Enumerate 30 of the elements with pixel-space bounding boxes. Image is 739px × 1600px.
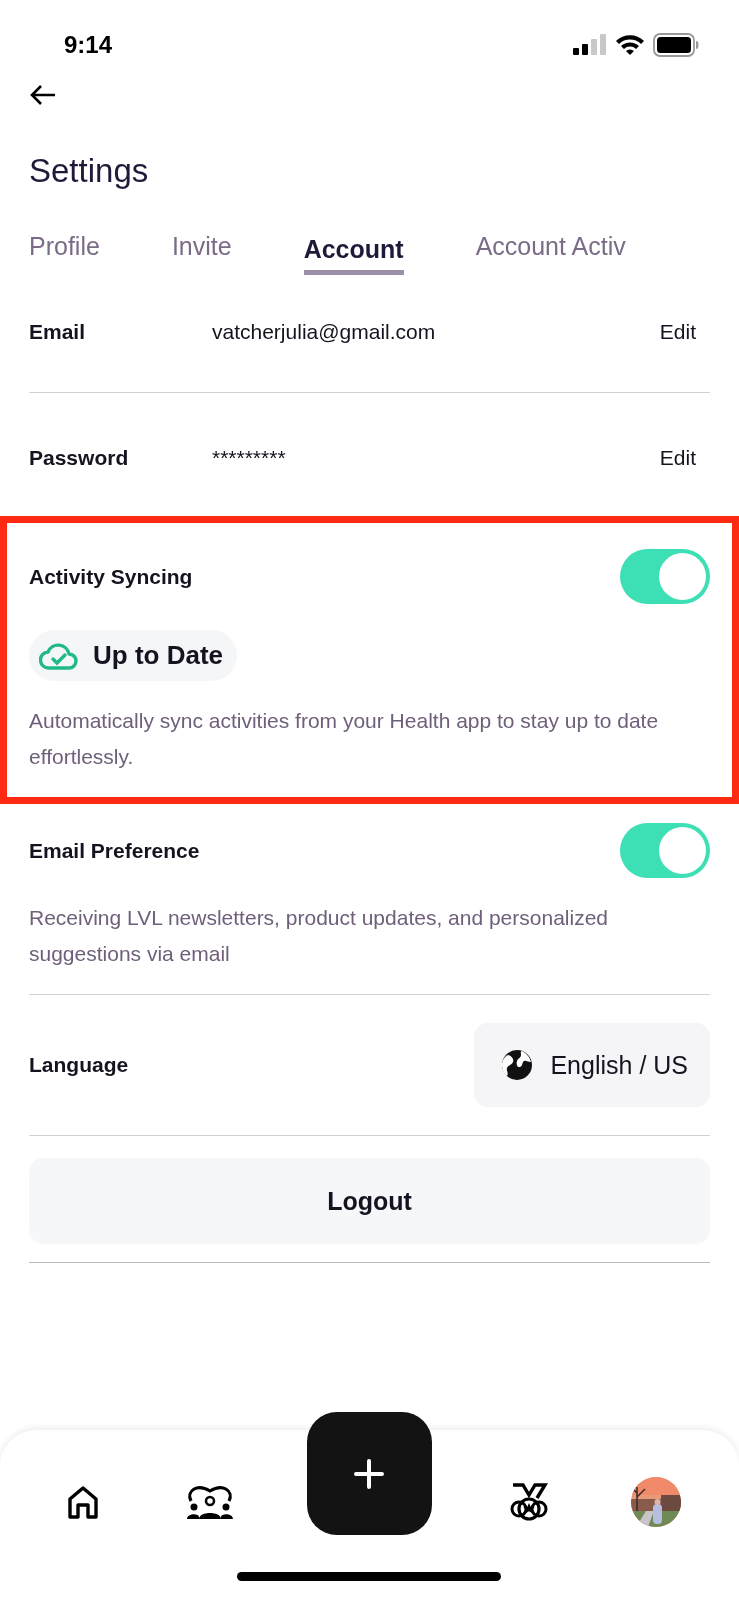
- field-label: Password: [29, 446, 130, 470]
- field-value: vatcherjulia@gmail.com: [212, 320, 437, 344]
- tab[interactable]: Invite: [171, 232, 232, 272]
- setting-label: Activity Syncing: [29, 564, 193, 589]
- tab[interactable]: Account: [303, 235, 404, 275]
- setting-label: Language: [29, 1053, 129, 1077]
- plus-icon: [354, 1458, 385, 1489]
- add-button[interactable]: [307, 1412, 432, 1535]
- setting-label: Email Preference: [29, 838, 200, 863]
- tab[interactable]: Account Activ: [475, 232, 626, 272]
- field-value: *********: [212, 446, 287, 470]
- edit-link[interactable]: Edit: [659, 320, 696, 344]
- toggle-switch[interactable]: [620, 549, 710, 604]
- page-title: Settings: [29, 152, 150, 190]
- setting-description: Receiving LVL newsletters, product updates, and personalized suggestions via email: [29, 905, 610, 967]
- sync-status-badge: Up to Date: [29, 630, 237, 681]
- wifi-icon: [615, 34, 645, 56]
- status-time: 9:14: [64, 31, 113, 59]
- toggle-switch[interactable]: [620, 823, 710, 878]
- setting-description: Automatically sync activities from your Health app to stay up to date effortlessly.: [29, 708, 660, 770]
- field-label: Email: [29, 320, 87, 344]
- logout-button[interactable]: Logout: [29, 1158, 710, 1244]
- tab[interactable]: Profile: [29, 232, 100, 272]
- back-arrow-icon[interactable]: [30, 84, 56, 106]
- globe-icon: [500, 1048, 535, 1082]
- battery-icon: [653, 33, 699, 57]
- edit-link[interactable]: Edit: [659, 446, 696, 470]
- language-button[interactable]: English / US: [474, 1023, 710, 1107]
- signal-icon: [573, 34, 607, 56]
- cloud-check-icon: [39, 640, 79, 671]
